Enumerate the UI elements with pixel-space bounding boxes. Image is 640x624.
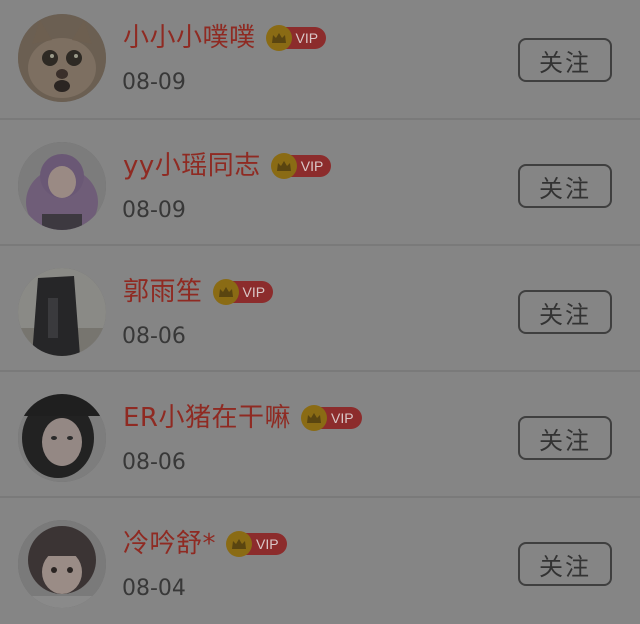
vip-badge: VIP — [301, 405, 362, 431]
follow-button[interactable]: 关注 — [518, 542, 612, 586]
crown-icon — [301, 405, 327, 431]
follow-date: 08-09 — [122, 198, 186, 223]
user-name[interactable]: yy小瑶同志 — [123, 146, 261, 186]
crown-icon — [265, 25, 292, 51]
avatar[interactable] — [18, 520, 106, 608]
follower-list: 小小小噗噗 VIP 08-09 关注 yy小瑶同志 VIP 08-09 关注 郭… — [0, 0, 640, 624]
list-item[interactable]: 冷吟舒* VIP 08-04 关注 — [0, 498, 640, 624]
list-item[interactable]: 小小小噗噗 VIP 08-09 关注 — [0, 0, 640, 120]
avatar[interactable] — [18, 14, 106, 102]
user-name[interactable]: 小小小噗噗 — [123, 18, 256, 58]
avatar[interactable] — [18, 394, 106, 482]
girl-portrait-photo — [18, 394, 106, 482]
avatar[interactable] — [18, 142, 106, 230]
follow-button[interactable]: 关注 — [518, 164, 612, 208]
user-name[interactable]: ER小猪在干嘛 — [123, 398, 291, 438]
crown-icon — [226, 531, 253, 557]
vip-badge: VIP — [265, 25, 327, 51]
follow-date: 08-04 — [122, 576, 186, 601]
list-item[interactable]: 郭雨笙 VIP 08-06 关注 — [0, 246, 640, 372]
list-item[interactable]: ER小猪在干嘛 VIP 08-06 关注 — [0, 372, 640, 498]
cat-photo — [18, 14, 106, 102]
purple-hair-girl-photo — [18, 142, 106, 230]
list-item[interactable]: yy小瑶同志 VIP 08-09 关注 — [0, 120, 640, 246]
crown-icon — [270, 153, 297, 179]
follow-date: 08-06 — [122, 324, 186, 349]
follow-button[interactable]: 关注 — [518, 416, 612, 460]
follow-date: 08-09 — [122, 70, 186, 95]
follow-button[interactable]: 关注 — [518, 38, 612, 82]
vip-badge: VIP — [226, 531, 287, 557]
dark-coat-person-photo — [18, 268, 106, 356]
vip-badge: VIP — [212, 279, 274, 305]
follow-date: 08-06 — [122, 450, 186, 475]
vip-badge: VIP — [270, 153, 332, 179]
child-photo — [18, 520, 106, 608]
avatar[interactable] — [18, 268, 106, 356]
follow-button[interactable]: 关注 — [518, 290, 612, 334]
user-name[interactable]: 郭雨笙 — [123, 272, 203, 312]
user-name[interactable]: 冷吟舒* — [123, 524, 216, 564]
crown-icon — [212, 279, 239, 305]
